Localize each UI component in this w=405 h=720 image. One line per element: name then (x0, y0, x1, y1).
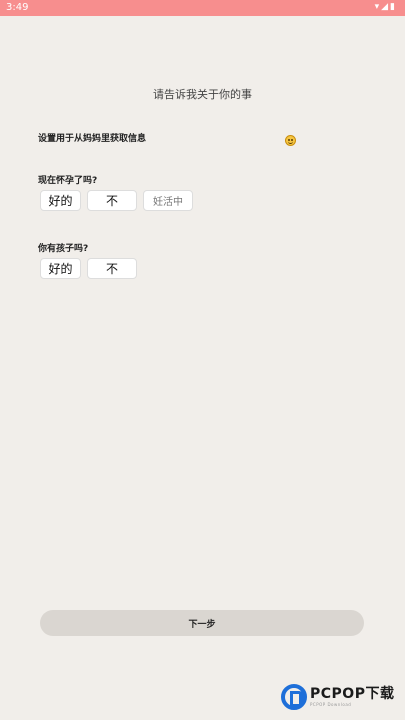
children-yes-button[interactable]: 好的 (40, 258, 81, 279)
status-time: 3:49 (6, 2, 29, 13)
pregnant-options: 好的 不 妊活中 (40, 190, 193, 211)
smiley-face-icon (285, 135, 296, 146)
question-children-label: 你有孩子吗? (38, 244, 89, 254)
pregnant-yes-button[interactable]: 好的 (40, 190, 81, 211)
watermark-subtext: PCPOP Download (310, 702, 352, 707)
pregnant-trying-button[interactable]: 妊活中 (143, 190, 193, 211)
status-bar: 3:49 ▾◢▮ (0, 0, 405, 16)
children-options: 好的 不 (40, 258, 137, 279)
status-icons: ▾◢▮ (374, 2, 397, 12)
intro-text: 设置用于从妈妈里获取信息 (38, 134, 147, 144)
page-heading: 请告诉我关于你的事 (153, 88, 252, 101)
children-no-button[interactable]: 不 (87, 258, 137, 279)
question-pregnant-label: 现在怀孕了吗? (38, 176, 98, 186)
next-step-button[interactable]: 下一步 (40, 610, 364, 636)
pcpop-logo-icon (281, 684, 307, 710)
pregnant-no-button[interactable]: 不 (87, 190, 137, 211)
watermark: PCPOP下载 PCPOP Download (281, 684, 394, 710)
watermark-text: PCPOP下载 (310, 686, 395, 702)
